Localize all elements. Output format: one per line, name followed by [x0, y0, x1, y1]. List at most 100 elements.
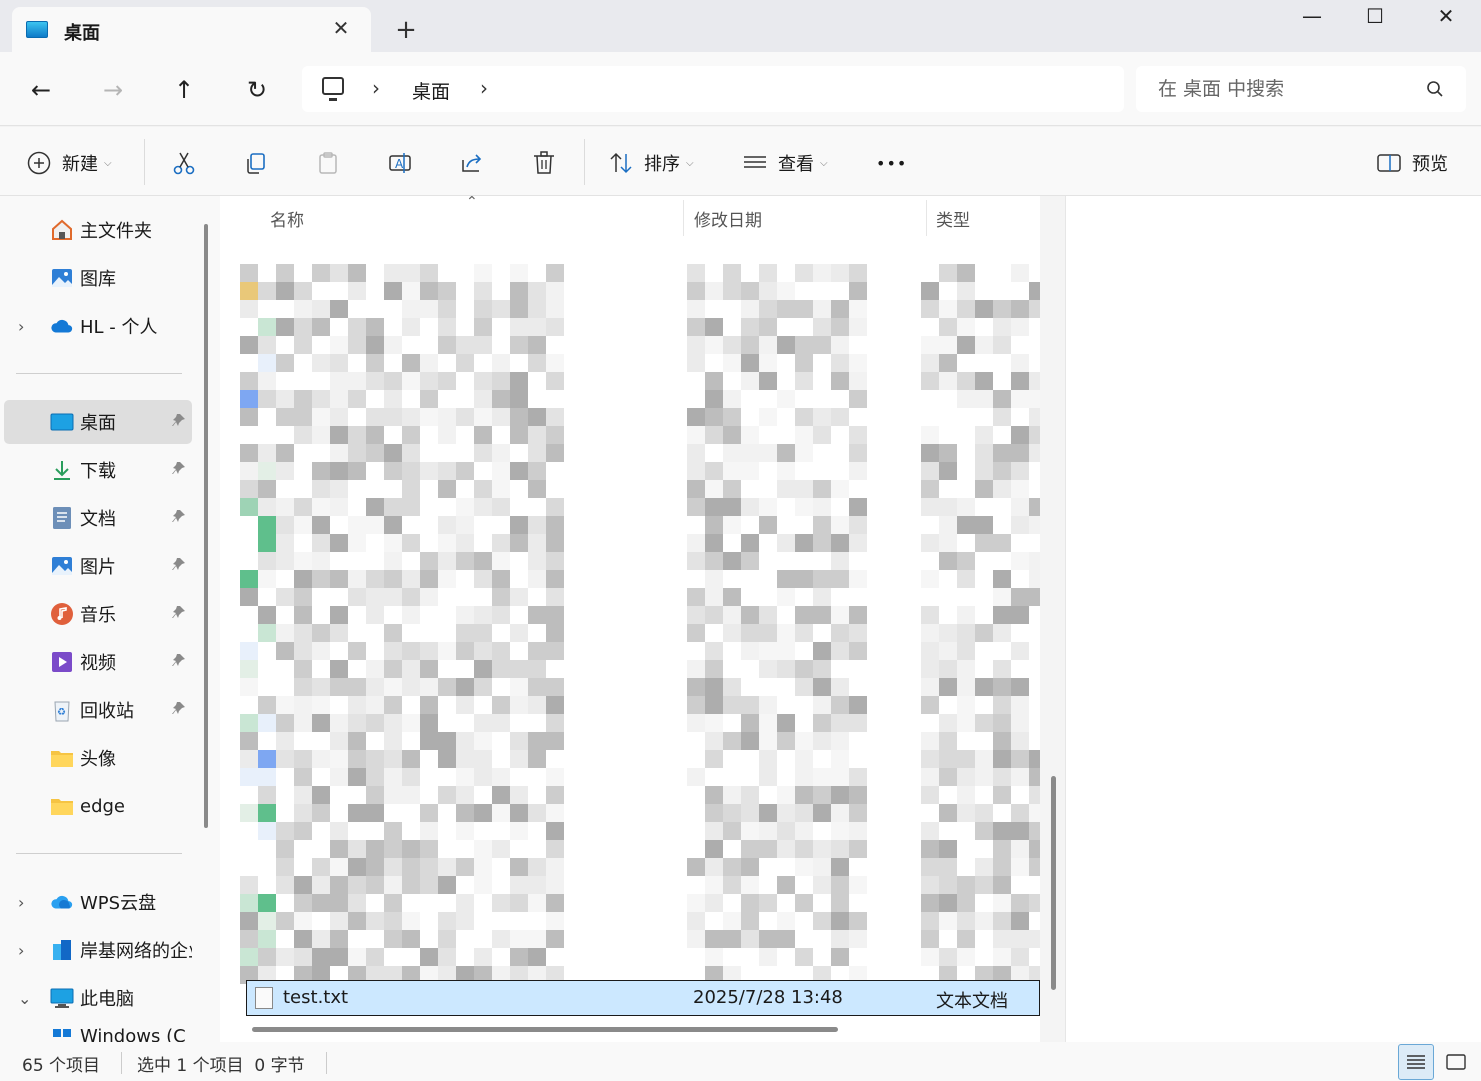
pixelated-block: [348, 858, 366, 876]
column-header-date[interactable]: 修改日期: [694, 206, 762, 231]
delete-button[interactable]: [531, 143, 557, 183]
pixelated-block: [939, 318, 957, 336]
view-button[interactable]: 查看 ⌵: [742, 143, 828, 183]
close-button[interactable]: ✕: [1416, 0, 1476, 34]
pixelated-block: [723, 606, 741, 624]
pixelated-block: [384, 390, 402, 408]
rename-button[interactable]: A: [387, 143, 413, 183]
copy-button[interactable]: [243, 143, 269, 183]
tab-title: 桌面: [64, 23, 100, 44]
maximize-button[interactable]: ☐: [1345, 0, 1405, 34]
chevron-down-icon: ⌵: [686, 157, 694, 169]
pixelated-block: [546, 534, 564, 552]
minimize-button[interactable]: —: [1282, 0, 1342, 34]
breadcrumb-chevron-icon[interactable]: ›: [372, 76, 380, 100]
pin-icon[interactable]: [172, 557, 186, 575]
share-button[interactable]: [459, 143, 485, 183]
pin-icon[interactable]: [172, 653, 186, 671]
new-button[interactable]: 新建 ⌵: [26, 143, 112, 183]
column-divider[interactable]: [683, 200, 684, 236]
cut-button[interactable]: [171, 143, 197, 183]
preview-pane-button[interactable]: 预览: [1376, 143, 1448, 183]
pixelated-block: [420, 858, 438, 876]
pin-icon[interactable]: [172, 413, 186, 431]
chevron-right-icon[interactable]: ›: [18, 317, 24, 336]
address-bar[interactable]: › 桌面 ›: [302, 66, 1124, 112]
search-icon[interactable]: [1426, 80, 1444, 98]
tiles-view-button[interactable]: [1438, 1044, 1474, 1080]
sidebar-item-enterprise[interactable]: › 岸基网络的企业: [4, 928, 192, 972]
pixelated-block: [975, 858, 993, 876]
pixelated-block: [705, 570, 723, 588]
desktop-icon: [26, 21, 48, 38]
sidebar-item-wps-cloud[interactable]: › WPS云盘: [4, 880, 192, 924]
pin-icon[interactable]: [172, 701, 186, 719]
chevron-right-icon[interactable]: ›: [18, 893, 24, 912]
pixelated-block: [975, 480, 993, 498]
pixelated-block: [510, 822, 528, 840]
pixelated-block: [420, 804, 438, 822]
sort-button[interactable]: 排序 ⌵: [608, 143, 694, 183]
pixelated-block: [957, 786, 975, 804]
column-header-name[interactable]: 名称: [270, 206, 304, 231]
vertical-scrollbar[interactable]: [1051, 776, 1056, 990]
paste-button[interactable]: [315, 143, 341, 183]
pixelated-block: [384, 822, 402, 840]
pixelated-block: [240, 894, 258, 912]
up-button[interactable]: ↑: [164, 70, 204, 110]
tab-close-button[interactable]: ✕: [328, 15, 354, 41]
pin-icon[interactable]: [172, 605, 186, 623]
forward-button[interactable]: →: [93, 70, 133, 110]
pin-icon[interactable]: [172, 461, 186, 479]
pixelated-block: [849, 642, 867, 660]
sidebar-item-windows-drive[interactable]: Windows (C: [4, 1024, 192, 1042]
pin-icon[interactable]: [172, 509, 186, 527]
sidebar-item-downloads[interactable]: 下载: [4, 448, 192, 492]
sidebar-item-videos[interactable]: 视频: [4, 640, 192, 684]
column-divider[interactable]: [926, 200, 927, 236]
sidebar-item-desktop[interactable]: 桌面: [4, 400, 192, 444]
pixelated-block: [705, 282, 723, 300]
sidebar-scrollbar[interactable]: [204, 224, 208, 828]
pixelated-block: [312, 876, 330, 894]
chevron-right-icon[interactable]: ›: [18, 941, 24, 960]
more-options-button[interactable]: •••: [876, 143, 907, 183]
sidebar-item-music[interactable]: 音乐: [4, 592, 192, 636]
table-row-selected[interactable]: test.txt 2025/7/28 13:48 文本文档: [246, 980, 1040, 1016]
search-input[interactable]: [1136, 66, 1466, 112]
sidebar-item-this-pc[interactable]: ⌄ 此电脑: [4, 976, 192, 1020]
pixelated-block: [993, 948, 1011, 966]
sidebar-item-documents[interactable]: 文档: [4, 496, 192, 540]
pixelated-block: [1029, 930, 1040, 948]
pixelated-block: [849, 354, 867, 372]
sort-ascending-icon: ⌃: [466, 196, 478, 210]
sidebar-item-edge-folder[interactable]: edge: [4, 784, 192, 828]
sidebar-item-recycle-bin[interactable]: ♻ 回收站: [4, 688, 192, 732]
pixelated-block: [294, 804, 312, 822]
sidebar-item-gallery[interactable]: 图库: [4, 256, 192, 300]
chevron-down-icon[interactable]: ⌄: [18, 989, 31, 1008]
pixelated-block: [777, 588, 795, 606]
details-view-button[interactable]: [1398, 1044, 1434, 1080]
back-button[interactable]: ←: [21, 70, 61, 110]
pixelated-block: [510, 750, 528, 768]
pixelated-block: [510, 678, 528, 696]
pixelated-block: [474, 408, 492, 426]
pixelated-block: [975, 462, 993, 480]
refresh-button[interactable]: ↻: [237, 70, 277, 110]
pixelated-block: [705, 840, 723, 858]
column-header-type[interactable]: 类型: [936, 206, 970, 231]
pixelated-block: [438, 786, 456, 804]
tab-desktop[interactable]: 桌面 ✕: [12, 7, 371, 52]
pixelated-block: [492, 462, 510, 480]
breadcrumb-desktop[interactable]: 桌面: [412, 77, 450, 104]
breadcrumb-chevron-icon[interactable]: ›: [480, 76, 488, 100]
new-tab-button[interactable]: +: [392, 16, 420, 44]
pixelated-block: [240, 732, 258, 750]
sidebar-item-pictures[interactable]: 图片: [4, 544, 192, 588]
sidebar-item-onedrive[interactable]: › HL - 个人: [4, 304, 192, 348]
sidebar-item-avatar-folder[interactable]: 头像: [4, 736, 192, 780]
horizontal-scrollbar[interactable]: [252, 1027, 838, 1032]
pixelated-block: [492, 498, 510, 516]
sidebar-item-home[interactable]: 主文件夹: [4, 208, 192, 252]
